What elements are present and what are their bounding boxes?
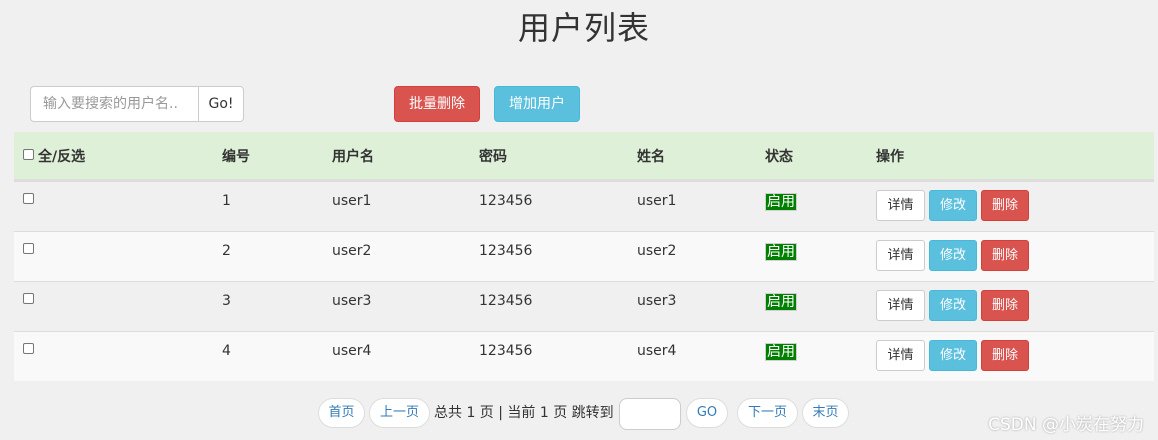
cell-id: 4 xyxy=(222,343,231,359)
table-header: 全/反选 编号 用户名 密码 姓名 状态 操作 xyxy=(14,132,1154,181)
edit-button[interactable]: 修改 xyxy=(929,290,977,321)
row-checkbox[interactable] xyxy=(23,193,34,204)
delete-button[interactable]: 删除 xyxy=(981,190,1029,221)
first-page-button[interactable]: 首页 xyxy=(318,398,365,428)
search-input[interactable] xyxy=(30,86,198,122)
table-row: 2 user2 123456 user2 启用 详情 修改 删除 xyxy=(14,231,1154,281)
search-go-button[interactable]: Go! xyxy=(198,86,244,122)
cell-username: user4 xyxy=(332,343,372,359)
cell-name: user3 xyxy=(637,293,677,309)
add-user-button[interactable]: 增加用户 xyxy=(494,86,580,122)
detail-button[interactable]: 详情 xyxy=(876,340,925,371)
table-row: 4 user4 123456 user4 启用 详情 修改 删除 xyxy=(14,331,1154,381)
cell-username: user1 xyxy=(332,193,372,209)
select-all-label: 全/反选 xyxy=(38,148,86,165)
cell-password: 123456 xyxy=(479,293,533,309)
cell-name: user2 xyxy=(637,243,677,259)
last-page-button[interactable]: 末页 xyxy=(802,398,849,428)
edit-button[interactable]: 修改 xyxy=(929,190,977,221)
header-status: 状态 xyxy=(765,148,793,165)
delete-button[interactable]: 删除 xyxy=(981,240,1029,271)
batch-delete-button[interactable]: 批量删除 xyxy=(394,86,480,122)
cell-password: 123456 xyxy=(479,243,533,259)
status-badge: 启用 xyxy=(765,343,797,361)
table-row: 1 user1 123456 user1 启用 详情 修改 删除 xyxy=(14,181,1154,231)
detail-button[interactable]: 详情 xyxy=(876,290,925,321)
header-select-all: 全/反选 xyxy=(23,132,85,179)
select-all-checkbox[interactable] xyxy=(23,149,34,160)
header-name: 姓名 xyxy=(637,148,665,165)
status-badge: 启用 xyxy=(765,293,797,311)
page-title: 用户列表 xyxy=(517,9,650,47)
cell-id: 3 xyxy=(222,293,231,309)
row-checkbox[interactable] xyxy=(23,293,34,304)
watermark: CSDN @小炭在努力 xyxy=(988,415,1144,435)
cell-username: user3 xyxy=(332,293,372,309)
cell-username: user2 xyxy=(332,243,372,259)
detail-button[interactable]: 详情 xyxy=(876,190,925,221)
edit-button[interactable]: 修改 xyxy=(929,240,977,271)
row-checkbox[interactable] xyxy=(23,243,34,254)
table-row: 3 user3 123456 user3 启用 详情 修改 删除 xyxy=(14,281,1154,331)
next-page-button[interactable]: 下一页 xyxy=(737,398,798,428)
cell-password: 123456 xyxy=(479,193,533,209)
cell-name: user1 xyxy=(637,193,677,209)
prev-page-button[interactable]: 上一页 xyxy=(369,398,430,428)
pagination-info: 总共 1 页 | 当前 1 页 跳转到 xyxy=(434,405,614,421)
header-username: 用户名 xyxy=(332,148,374,165)
cell-id: 1 xyxy=(222,193,231,209)
delete-button[interactable]: 删除 xyxy=(981,340,1029,371)
row-checkbox[interactable] xyxy=(23,343,34,354)
jump-go-button[interactable]: GO xyxy=(686,398,728,428)
status-badge: 启用 xyxy=(765,193,797,211)
header-password: 密码 xyxy=(479,148,507,165)
jump-page-input[interactable] xyxy=(619,398,681,430)
delete-button[interactable]: 删除 xyxy=(981,290,1029,321)
edit-button[interactable]: 修改 xyxy=(929,340,977,371)
header-id: 编号 xyxy=(222,148,250,165)
cell-id: 2 xyxy=(222,243,231,259)
cell-name: user4 xyxy=(637,343,677,359)
detail-button[interactable]: 详情 xyxy=(876,240,925,271)
user-table: 全/反选 编号 用户名 密码 姓名 状态 操作 1 user1 123456 u… xyxy=(14,132,1154,381)
header-actions: 操作 xyxy=(876,148,904,165)
cell-password: 123456 xyxy=(479,343,533,359)
status-badge: 启用 xyxy=(765,243,797,261)
